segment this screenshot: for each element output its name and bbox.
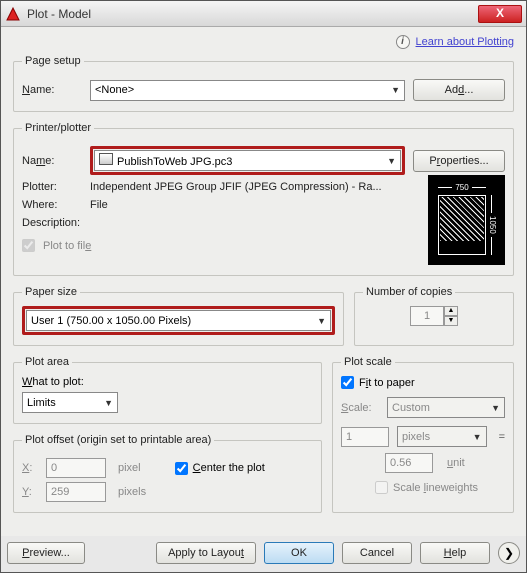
plot-offset-legend: Plot offset (origin set to printable are… — [22, 434, 214, 446]
plot-offset-group: Plot offset (origin set to printable are… — [13, 434, 322, 513]
close-button[interactable]: X — [478, 5, 522, 23]
page-setup-group: Page setup Name: <None> ▼ Add... — [13, 55, 514, 112]
offset-y-label: Y: — [22, 486, 38, 498]
copies-group: Number of copies ▲▼ — [354, 286, 514, 346]
preview-button[interactable]: Preview... — [7, 542, 85, 564]
offset-y-unit: pixels — [118, 486, 146, 498]
dialog-body: i Learn about Plotting Page setup Name: … — [1, 27, 526, 536]
where-label: Where: — [22, 199, 82, 211]
chevron-down-icon: ▼ — [317, 316, 326, 326]
offset-x-label: X: — [22, 462, 38, 474]
page-setup-name-label: Name: — [22, 84, 82, 96]
paper-size-group: Paper size User 1 (750.00 x 1050.00 Pixe… — [13, 286, 344, 346]
paper-size-highlight: User 1 (750.00 x 1050.00 Pixels) ▼ — [22, 306, 335, 335]
page-setup-legend: Page setup — [22, 55, 84, 67]
expand-button[interactable]: ❯ — [498, 542, 520, 564]
scale-lineweights-label: Scale lineweights — [393, 482, 478, 494]
help-button[interactable]: Help — [420, 542, 490, 564]
fit-to-paper-wrap[interactable]: Fit to paper — [341, 376, 505, 389]
what-to-plot-label: What to plot: — [22, 376, 313, 388]
app-icon — [5, 6, 21, 22]
chevron-down-icon: ▼ — [491, 403, 500, 413]
plotter-icon — [99, 153, 113, 165]
scale-den-input — [385, 453, 433, 473]
center-plot-checkbox-wrap[interactable]: Center the plot — [175, 462, 265, 475]
titlebar[interactable]: Plot - Model X — [1, 1, 526, 27]
center-plot-checkbox[interactable] — [175, 462, 188, 475]
center-plot-label: Center the plot — [193, 462, 265, 474]
plot-dialog: Plot - Model X i Learn about Plotting Pa… — [0, 0, 527, 573]
chevron-down-icon: ▼ — [391, 85, 400, 95]
where-value: File — [90, 199, 108, 211]
preview-printable — [440, 197, 484, 241]
apply-button[interactable]: Apply to Layout — [156, 542, 256, 564]
learn-link[interactable]: Learn about Plotting — [416, 36, 514, 48]
ok-button[interactable]: OK — [264, 542, 334, 564]
printer-name-label: Name: — [22, 155, 82, 167]
plot-to-file-checkbox — [22, 239, 35, 252]
scale-lineweights-wrap: Scale lineweights — [375, 481, 505, 494]
scale-combo: Custom ▼ — [387, 397, 505, 418]
printer-name-combo[interactable]: PublishToWeb JPG.pc3 ▼ — [94, 150, 401, 171]
offset-y-input — [46, 482, 106, 502]
dialog-footer: Preview... Apply to Layout OK Cancel Hel… — [1, 536, 526, 572]
preview-height: 1050 — [487, 195, 497, 255]
what-to-plot-combo[interactable]: Limits ▼ — [22, 392, 118, 413]
plot-scale-group: Plot scale Fit to paper Scale: Custom ▼ … — [332, 356, 514, 513]
fit-to-paper-label: Fit to paper — [359, 377, 415, 389]
paper-preview: 750 1050 — [428, 175, 505, 265]
copies-legend: Number of copies — [363, 286, 455, 298]
plotter-value: Independent JPEG Group JFIF (JPEG Compre… — [90, 181, 382, 193]
chevron-down-icon: ▼ — [104, 398, 113, 408]
scale-num-input — [341, 427, 389, 447]
window-title: Plot - Model — [27, 7, 478, 21]
cancel-button[interactable]: Cancel — [342, 542, 412, 564]
scale-lineweights-checkbox — [375, 481, 388, 494]
info-icon: i — [396, 35, 410, 49]
copies-down: ▼ — [444, 316, 458, 326]
equals-icon: = — [499, 431, 505, 443]
plot-area-group: Plot area What to plot: Limits ▼ — [13, 356, 322, 424]
printer-name-highlight: PublishToWeb JPG.pc3 ▼ — [90, 146, 405, 175]
plot-area-legend: Plot area — [22, 356, 72, 368]
offset-x-unit: pixel — [118, 462, 141, 474]
fit-to-paper-checkbox[interactable] — [341, 376, 354, 389]
plot-to-file-label: Plot to file — [43, 240, 91, 252]
copies-input — [410, 306, 444, 326]
paper-size-legend: Paper size — [22, 286, 80, 298]
printer-group: Printer/plotter Name: PublishToWeb JPG.p… — [13, 122, 514, 276]
preview-width: 750 — [438, 183, 486, 193]
paper-size-combo[interactable]: User 1 (750.00 x 1050.00 Pixels) ▼ — [26, 310, 331, 331]
add-button[interactable]: Add... — [413, 79, 505, 101]
properties-button[interactable]: Properties... — [413, 150, 505, 172]
chevron-down-icon: ▼ — [387, 156, 396, 166]
scale-num-unit: pixels▼ — [397, 426, 487, 447]
scale-label: Scale: — [341, 402, 379, 414]
plotter-label: Plotter: — [22, 181, 82, 193]
printer-legend: Printer/plotter — [22, 122, 94, 134]
scale-den-unit: unit — [447, 457, 505, 469]
copies-up: ▲ — [444, 306, 458, 316]
offset-x-input — [46, 458, 106, 478]
description-label: Description: — [22, 217, 82, 229]
page-setup-name-combo[interactable]: <None> ▼ — [90, 80, 405, 101]
plot-scale-legend: Plot scale — [341, 356, 395, 368]
